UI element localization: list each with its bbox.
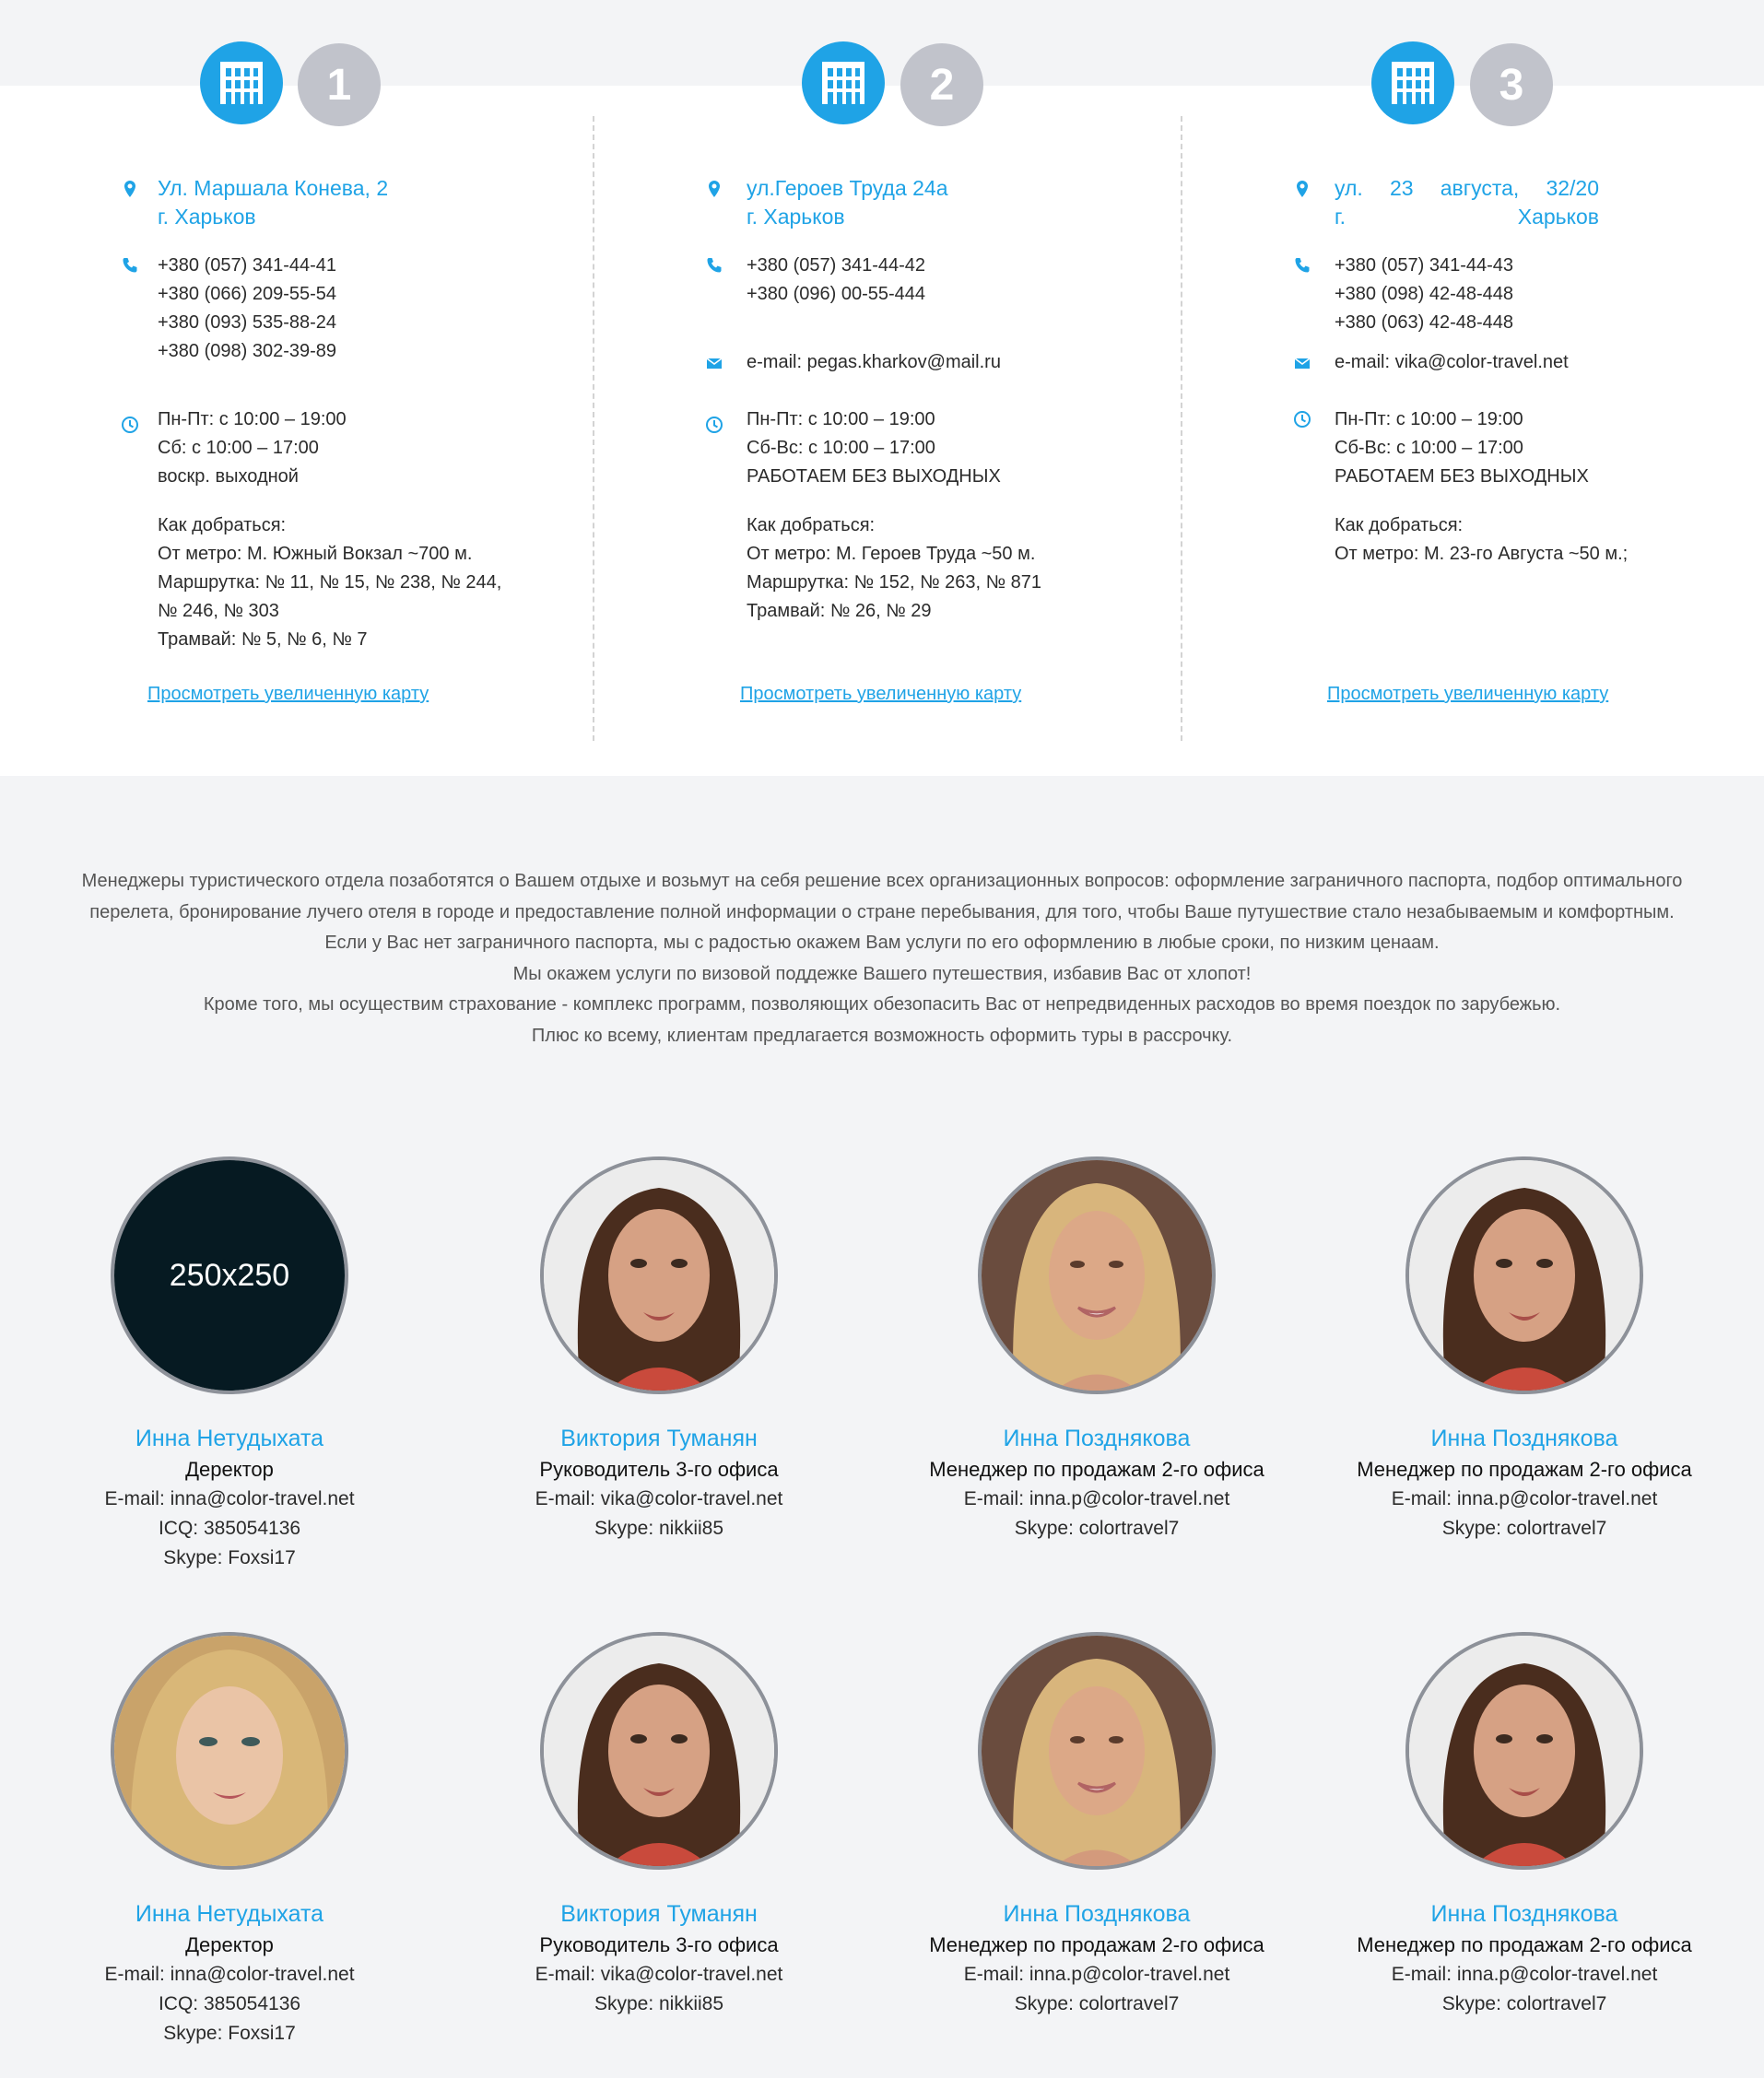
member-email[interactable]: E-mail: inna@color-travel.net bbox=[18, 1485, 441, 1514]
office-number-badge: 2 bbox=[900, 43, 983, 126]
member-skype: Skype: colortravel7 bbox=[1014, 1993, 1180, 2014]
member-skype: Skype: nikkii85 bbox=[594, 1518, 724, 1539]
member-icq: ICQ: 385054136 bbox=[158, 1518, 301, 1539]
member-role: Деректор bbox=[185, 1933, 274, 1956]
building-icon bbox=[802, 41, 885, 124]
member-skype: Skype: colortravel7 bbox=[1441, 1518, 1607, 1539]
member-role: Руководитель 3-го офиса bbox=[539, 1933, 779, 1956]
location-pin-icon bbox=[704, 179, 724, 199]
member-name[interactable]: Инна Нетудыхата bbox=[18, 1423, 441, 1454]
member-email[interactable]: E-mail: vika@color-travel.net bbox=[447, 1960, 871, 1990]
blonde-portrait bbox=[982, 1160, 1212, 1391]
phone-list: +380 (057) 341-44-42 +380 (096) 00-55-44… bbox=[747, 252, 925, 309]
working-hours: Пн-Пт: с 10:00 – 19:00 Сб-Вс: с 10:00 – … bbox=[747, 409, 1001, 487]
member-email[interactable]: E-mail: vika@color-travel.net bbox=[447, 1485, 871, 1514]
about-line: Мы окажем услуги по визовой поддежке Ваш… bbox=[512, 963, 1252, 984]
team-member-card: 250x250 Инна Нетудыхата Деректор E-mail:… bbox=[18, 1156, 441, 1573]
avatar bbox=[978, 1156, 1216, 1394]
member-email[interactable]: E-mail: inna.p@color-travel.net bbox=[1312, 1960, 1736, 1990]
email-link[interactable]: e-mail: pegas.kharkov@mail.ru bbox=[747, 348, 1001, 377]
team-member-card: Виктория Туманян Руководитель 3-го офиса… bbox=[447, 1632, 871, 2019]
member-role: Руководитель 3-го офиса bbox=[539, 1458, 779, 1481]
team-member-card: Инна Позднякова Менеджер по продажам 2-г… bbox=[1312, 1632, 1736, 2019]
member-name[interactable]: Инна Позднякова bbox=[1312, 1898, 1736, 1930]
avatar bbox=[1405, 1632, 1643, 1870]
member-icq: ICQ: 385054136 bbox=[158, 1993, 301, 2014]
team-member-card: Виктория Туманян Руководитель 3-го офиса… bbox=[447, 1156, 871, 1544]
curly-blonde-portrait bbox=[114, 1636, 345, 1866]
phone-number[interactable]: +380 (063) 42-48-448 bbox=[1335, 309, 1513, 337]
member-name[interactable]: Инна Позднякова bbox=[885, 1898, 1309, 1930]
about-line: Плюс ко всему, клиентам предлагается воз… bbox=[531, 1025, 1233, 1046]
avatar bbox=[978, 1632, 1216, 1870]
team-member-card: Инна Позднякова Менеджер по продажам 2-г… bbox=[885, 1156, 1309, 1544]
directions: Как добраться: От метро: М. Героев Труда… bbox=[747, 515, 1042, 621]
member-skype: Skype: Foxsi17 bbox=[163, 2023, 296, 2044]
member-role: Деректор bbox=[185, 1458, 274, 1481]
avatar bbox=[111, 1632, 348, 1870]
avatar bbox=[1405, 1156, 1643, 1394]
about-line: Менеджеры туристического отдела позаботя… bbox=[81, 871, 1683, 891]
team-member-card: Инна Позднякова Менеджер по продажам 2-г… bbox=[1312, 1156, 1736, 1544]
clock-icon bbox=[704, 415, 724, 435]
about-text: Менеджеры туристического отдела позаботя… bbox=[37, 866, 1727, 1051]
about-line: перелета, бронирование лучего отеля в го… bbox=[89, 901, 1675, 922]
brunette-portrait bbox=[544, 1636, 774, 1866]
office-address: ул. 23 августа, 32/20 г. Харьков bbox=[1335, 176, 1599, 229]
office-address: ул.Героев Труда 24а г. Харьков bbox=[747, 176, 948, 229]
member-role: Менеджер по продажам 2-го офиса bbox=[929, 1933, 1264, 1956]
view-map-link[interactable]: Просмотреть увеличенную карту bbox=[1327, 684, 1608, 705]
member-email[interactable]: E-mail: inna.p@color-travel.net bbox=[885, 1960, 1309, 1990]
member-skype: Skype: colortravel7 bbox=[1441, 1993, 1607, 2014]
phone-number[interactable]: +380 (057) 341-44-43 bbox=[1335, 252, 1513, 280]
member-name[interactable]: Инна Позднякова bbox=[885, 1423, 1309, 1454]
member-role: Менеджер по продажам 2-го офиса bbox=[1357, 1458, 1692, 1481]
view-map-link[interactable]: Просмотреть увеличенную карту bbox=[740, 684, 1021, 705]
office-divider bbox=[1181, 116, 1182, 741]
phone-icon bbox=[1292, 255, 1312, 276]
phone-number[interactable]: +380 (096) 00-55-444 bbox=[747, 280, 925, 309]
building-icon bbox=[1371, 41, 1454, 124]
office-card-3: 3 ул. 23 августа, 32/20 г. Харьков +380 … bbox=[0, 0, 1628, 776]
phone-icon bbox=[704, 255, 724, 276]
phone-number[interactable]: +380 (098) 42-48-448 bbox=[1335, 280, 1513, 309]
clock-icon bbox=[1292, 409, 1312, 429]
mail-icon bbox=[1292, 353, 1312, 373]
member-email[interactable]: E-mail: inna.p@color-travel.net bbox=[1312, 1485, 1736, 1514]
member-name[interactable]: Виктория Туманян bbox=[447, 1423, 871, 1454]
about-line: Если у Вас нет заграничного паспорта, мы… bbox=[324, 933, 1440, 953]
avatar-placeholder: 250x250 bbox=[114, 1160, 345, 1391]
phone-list: +380 (057) 341-44-43 +380 (098) 42-48-44… bbox=[1335, 252, 1513, 337]
office-number-badge: 3 bbox=[1470, 43, 1553, 126]
member-name[interactable]: Инна Нетудыхата bbox=[18, 1898, 441, 1930]
member-skype: Skype: colortravel7 bbox=[1014, 1518, 1180, 1539]
member-name[interactable]: Виктория Туманян bbox=[447, 1898, 871, 1930]
blonde-portrait bbox=[982, 1636, 1212, 1866]
brunette-portrait bbox=[1409, 1160, 1640, 1391]
member-email[interactable]: E-mail: inna.p@color-travel.net bbox=[885, 1485, 1309, 1514]
member-skype: Skype: Foxsi17 bbox=[163, 1547, 296, 1568]
mail-icon bbox=[704, 353, 724, 373]
working-hours: Пн-Пт: с 10:00 – 19:00 Сб-Вс: с 10:00 – … bbox=[1335, 409, 1589, 487]
brunette-portrait bbox=[544, 1160, 774, 1391]
avatar bbox=[540, 1632, 778, 1870]
location-pin-icon bbox=[1292, 179, 1312, 199]
directions: Как добраться: От метро: М. 23-го Август… bbox=[1335, 515, 1629, 564]
member-email[interactable]: E-mail: inna@color-travel.net bbox=[18, 1960, 441, 1990]
office-divider bbox=[593, 116, 594, 741]
avatar: 250x250 bbox=[111, 1156, 348, 1394]
phone-number[interactable]: +380 (057) 341-44-42 bbox=[747, 252, 925, 280]
member-role: Менеджер по продажам 2-го офиса bbox=[1357, 1933, 1692, 1956]
email-link[interactable]: e-mail: vika@color-travel.net bbox=[1335, 348, 1569, 377]
member-skype: Skype: nikkii85 bbox=[594, 1993, 724, 2014]
member-name[interactable]: Инна Позднякова bbox=[1312, 1423, 1736, 1454]
avatar bbox=[540, 1156, 778, 1394]
brunette-portrait bbox=[1409, 1636, 1640, 1866]
about-line: Кроме того, мы осуществим страхование - … bbox=[203, 994, 1561, 1015]
team-member-card: Инна Позднякова Менеджер по продажам 2-г… bbox=[885, 1632, 1309, 2019]
member-role: Менеджер по продажам 2-го офиса bbox=[929, 1458, 1264, 1481]
team-member-card: Инна Нетудыхата Деректор E-mail: inna@co… bbox=[18, 1632, 441, 2049]
